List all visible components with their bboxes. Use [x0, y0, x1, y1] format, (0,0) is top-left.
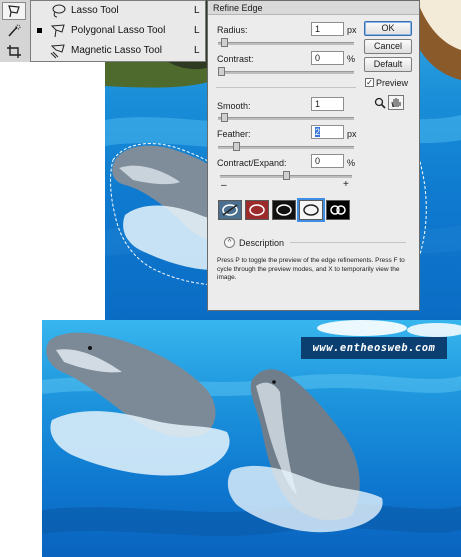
- divider: [216, 87, 356, 88]
- polygonal-lasso-icon: [50, 24, 65, 38]
- watermark-label: www.entheosweb.com: [301, 337, 447, 359]
- refine-edge-dialog: Refine Edge Radius: 1 px Contrast: 0 % S…: [207, 0, 420, 311]
- radius-label: Radius:: [217, 25, 248, 35]
- flyout-item-polygonal-lasso[interactable]: Polygonal Lasso Tool L: [31, 22, 205, 41]
- slider-thumb[interactable]: [233, 142, 241, 151]
- preview-mask-icon: [330, 205, 346, 215]
- contract-expand-input[interactable]: 0: [311, 154, 344, 168]
- radius-input[interactable]: 1: [311, 22, 344, 36]
- radius-unit: px: [347, 25, 357, 35]
- ok-button[interactable]: OK: [364, 21, 412, 36]
- lasso-tools-flyout: Lasso Tool L Polygonal Lasso Tool L Magn…: [30, 0, 206, 62]
- preview-mode-on-white[interactable]: [297, 198, 325, 222]
- smooth-input[interactable]: 1: [311, 97, 344, 111]
- default-button[interactable]: Default: [364, 57, 412, 72]
- slider-thumb[interactable]: [282, 171, 290, 180]
- flyout-item-magnetic-lasso[interactable]: Magnetic Lasso Tool L: [31, 42, 205, 61]
- smooth-label: Smooth:: [217, 101, 251, 111]
- selected-bullet-icon: [37, 28, 42, 33]
- slider-track: [218, 71, 354, 74]
- contract-expand-label: Contract/Expand:: [217, 158, 287, 168]
- feather-unit: px: [347, 129, 357, 139]
- slider-thumb[interactable]: [220, 113, 228, 122]
- quick-selection-icon: [8, 24, 21, 37]
- contrast-label: Contrast:: [217, 54, 254, 64]
- preview-standard-icon: [222, 204, 238, 216]
- chevron-up-icon: ^: [227, 239, 232, 246]
- dialog-title: Refine Edge: [208, 1, 419, 15]
- cancel-button[interactable]: Cancel: [364, 39, 412, 54]
- hand-icon: [391, 98, 401, 108]
- minus-label: –: [221, 180, 227, 191]
- description-help-text: Press P to toggle the preview of the edg…: [217, 257, 405, 281]
- preview-on-white-icon: [303, 204, 319, 216]
- preview-quick-mask-icon: [249, 204, 265, 216]
- preview-on-black-icon: [276, 204, 292, 216]
- contrast-unit: %: [347, 54, 356, 64]
- crop-tool-button[interactable]: [2, 42, 26, 60]
- slider-track: [218, 117, 354, 120]
- magnetic-lasso-icon: [50, 44, 65, 59]
- flyout-item-lasso[interactable]: Lasso Tool L: [31, 2, 205, 21]
- contrast-input[interactable]: 0: [311, 51, 344, 65]
- preview-label: Preview: [376, 78, 409, 88]
- divider: [290, 242, 406, 243]
- lasso-icon: [52, 4, 66, 18]
- tools-panel: [0, 0, 31, 62]
- preview-mode-mask[interactable]: [326, 200, 350, 220]
- smooth-slider[interactable]: [218, 113, 354, 122]
- radius-slider[interactable]: [218, 38, 354, 47]
- lasso-icon: [8, 5, 20, 18]
- preview-mode-quick-mask[interactable]: [245, 200, 269, 220]
- feather-slider[interactable]: [218, 142, 354, 151]
- crop-icon: [7, 45, 21, 58]
- preview-mode-standard[interactable]: [218, 200, 242, 220]
- preview-checkbox[interactable]: ✓: [365, 78, 374, 87]
- lasso-tool-button[interactable]: [2, 2, 26, 20]
- description-toggle-button[interactable]: ^: [224, 237, 235, 248]
- contract-expand-unit: %: [347, 158, 356, 168]
- quick-selection-tool-button[interactable]: [2, 22, 26, 40]
- preview-mode-on-black[interactable]: [272, 200, 296, 220]
- contrast-slider[interactable]: [218, 67, 354, 76]
- zoom-icon[interactable]: [374, 97, 386, 109]
- slider-thumb[interactable]: [218, 67, 225, 76]
- feather-input[interactable]: 2: [311, 125, 344, 139]
- contract-expand-slider[interactable]: [220, 171, 352, 180]
- plus-label: +: [343, 179, 349, 190]
- feather-label: Feather:: [217, 129, 251, 139]
- description-label: Description: [239, 238, 285, 248]
- slider-thumb[interactable]: [220, 38, 228, 47]
- feather-value-selected: 2: [315, 127, 321, 137]
- hand-tool-button[interactable]: [388, 95, 404, 110]
- slider-track: [218, 42, 354, 45]
